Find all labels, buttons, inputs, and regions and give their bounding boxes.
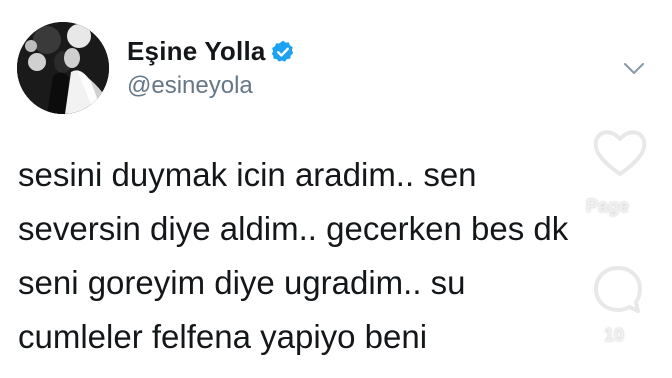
tweet-line: sesini duymak icin aradim.. sen [18,156,477,193]
wedding-photo-avatar [17,22,109,114]
verified-badge-icon [271,40,294,62]
heart-icon[interactable] [590,124,650,180]
tweet-line: cumleler felfena yapiyo beni [18,318,428,355]
page-label: Page [586,196,630,216]
chevron-down-icon[interactable] [622,58,646,78]
comment-icon[interactable] [590,262,646,318]
avatar[interactable] [17,22,109,114]
tweet-text: sesini duymak icin aradim.. sen seversin… [18,148,658,364]
comment-count: 10 [604,325,625,345]
user-handle[interactable]: @esineyola [127,72,253,100]
tweet-line: seversin diye aldim.. gecerken bes dk [18,210,569,247]
tweet-line: seni goreyim diye ugradim.. su [18,264,466,301]
display-name[interactable]: Eşine Yolla [127,36,266,67]
